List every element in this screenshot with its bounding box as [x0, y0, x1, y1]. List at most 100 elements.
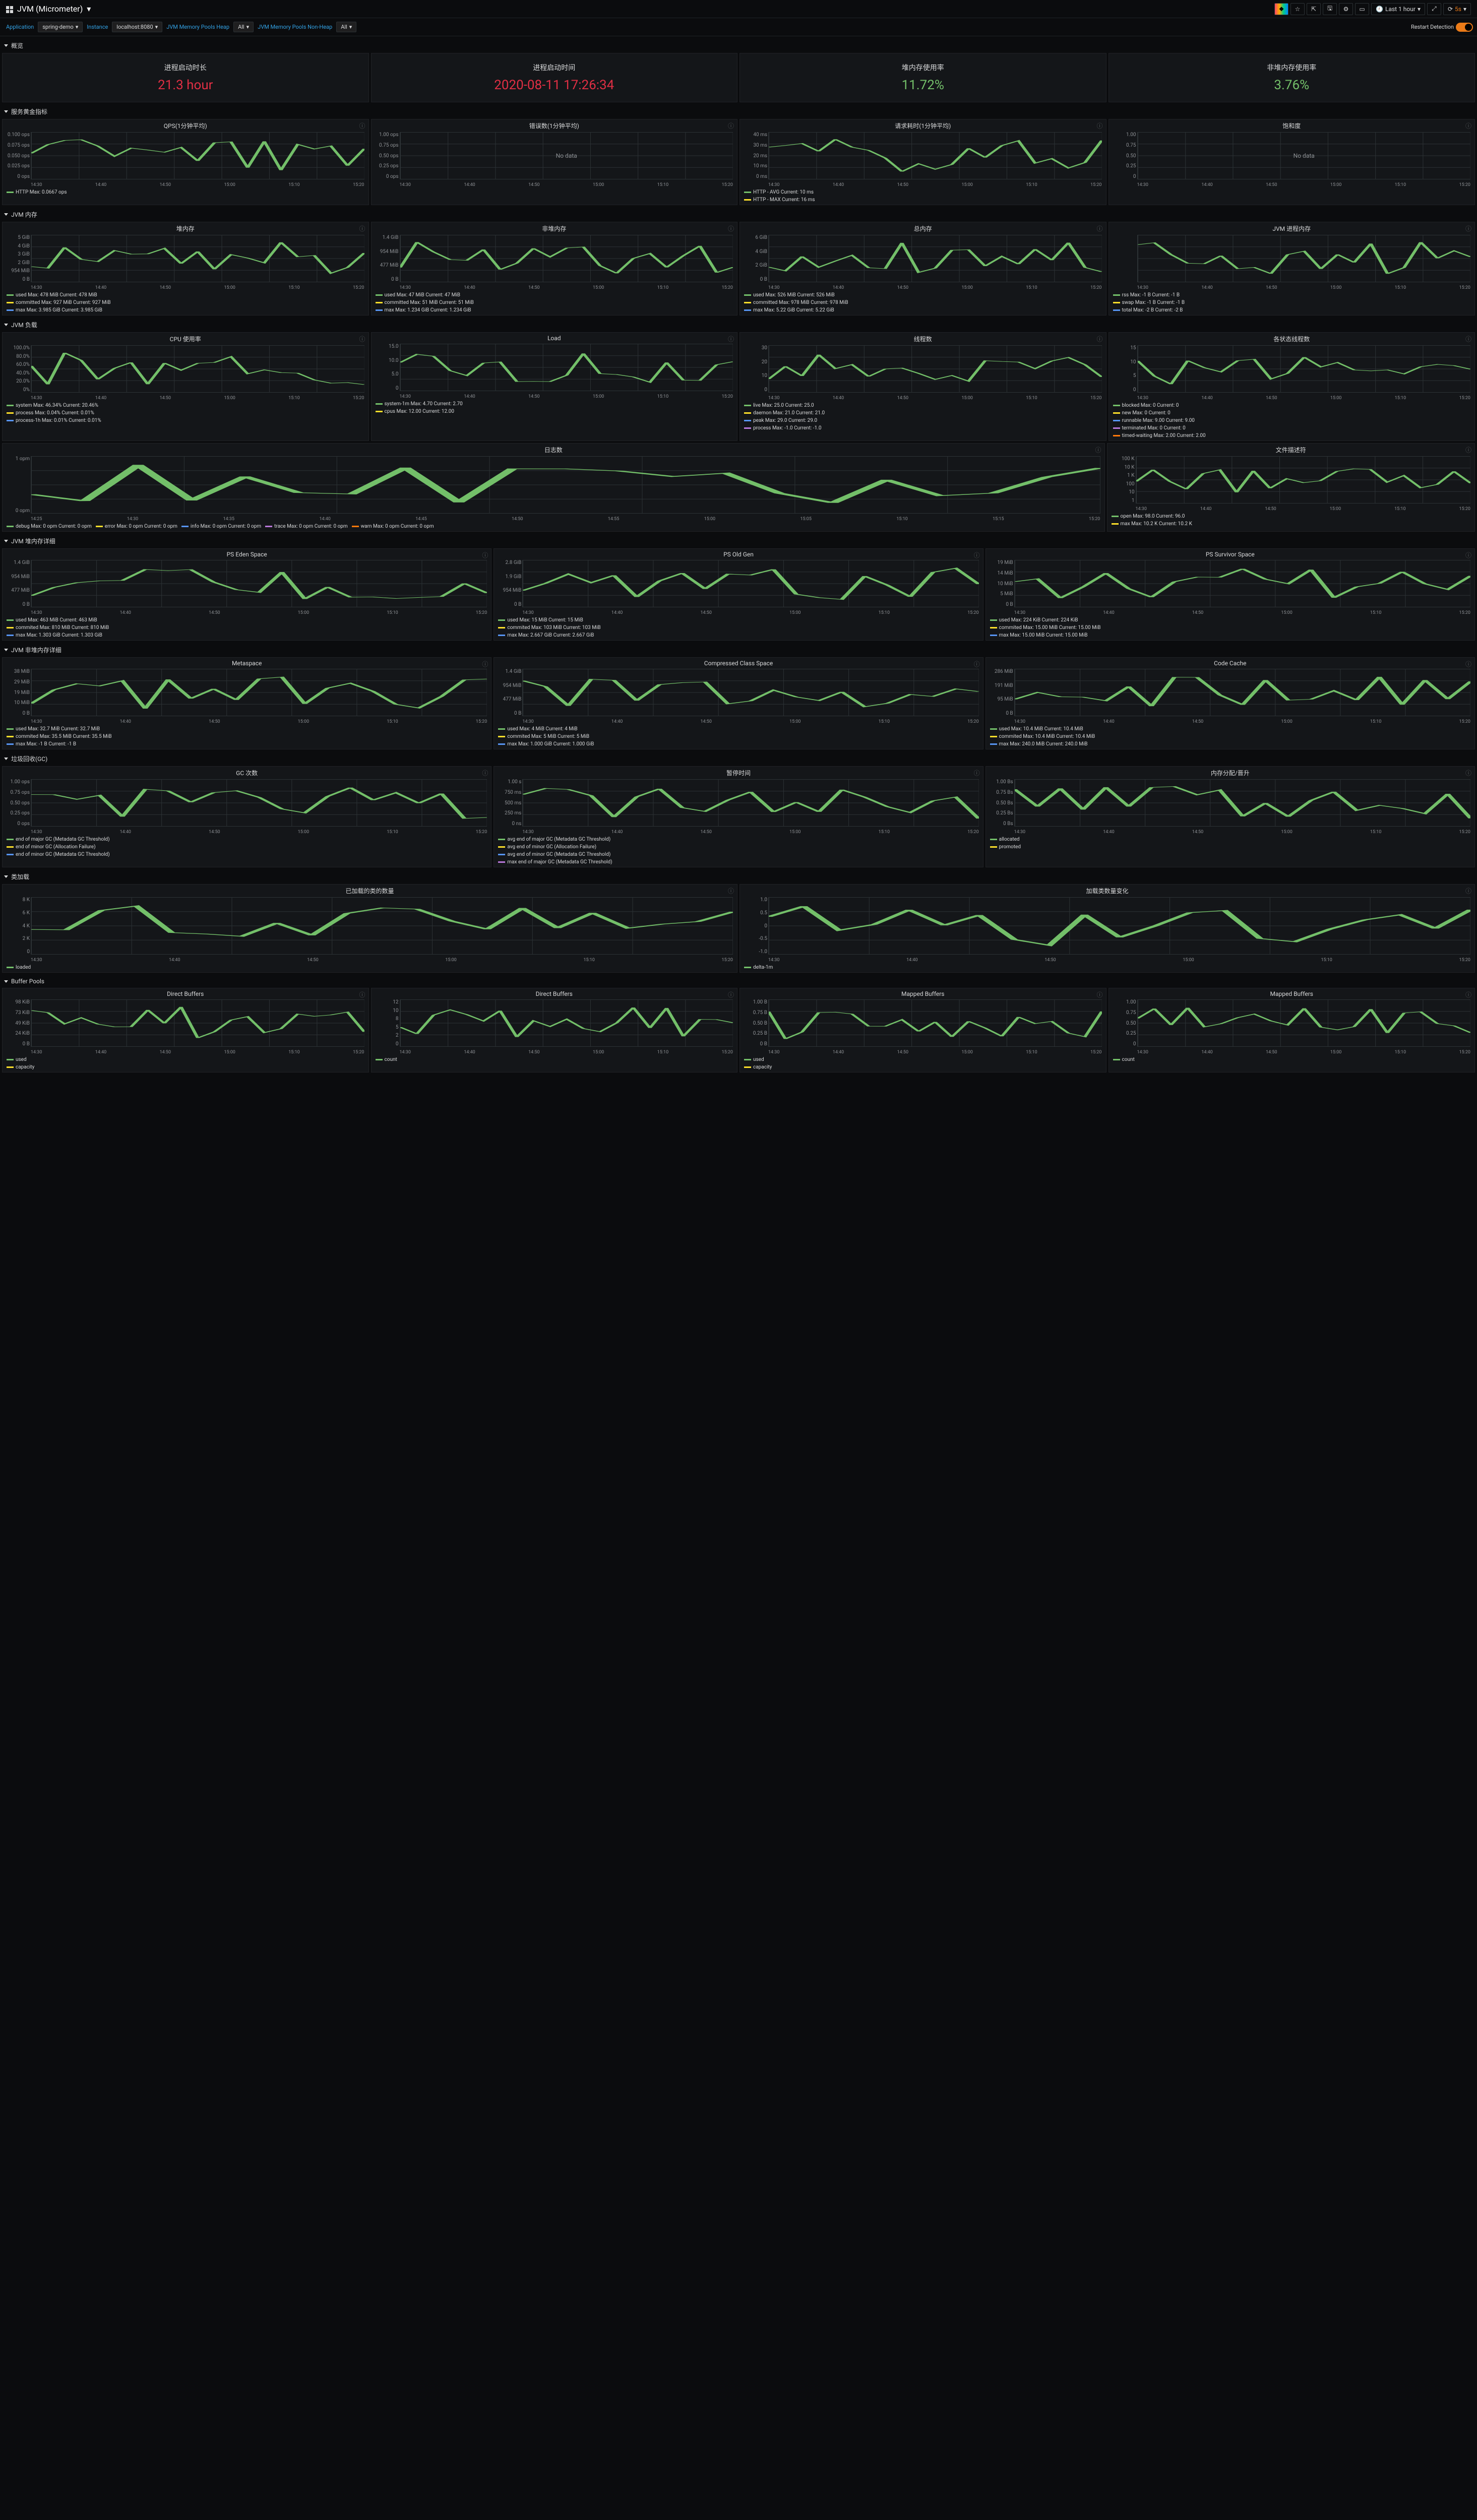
- chart-plot[interactable]: [1014, 779, 1470, 827]
- panel-title[interactable]: CPU 使用率ⓘ: [3, 333, 368, 345]
- legend-item[interactable]: end of minor GC (Metadata GC Threshold): [7, 851, 487, 858]
- chart-plot[interactable]: No data: [1137, 132, 1471, 179]
- panel-title[interactable]: Direct Buffersⓘ: [372, 988, 737, 999]
- legend-item[interactable]: live Max: 25.0 Current: 25.0: [744, 402, 1102, 409]
- panel-title[interactable]: 加载类数量变化ⓘ: [740, 885, 1474, 897]
- chart-plot[interactable]: [768, 132, 1102, 179]
- legend-item[interactable]: cpus Max: 12.00 Current: 12.00: [376, 408, 733, 415]
- panel-info-icon[interactable]: ⓘ: [1096, 335, 1102, 343]
- row-nonheapdetail[interactable]: JVM 非堆内存详细: [2, 643, 1475, 657]
- legend-item[interactable]: commited Max: 810 MiB Current: 810 MiB: [7, 624, 487, 632]
- zoom-out-button[interactable]: ⤢: [1427, 3, 1441, 15]
- legend-item[interactable]: warn Max: 0 opm Current: 0 opm: [352, 523, 434, 530]
- legend-item[interactable]: capacity: [7, 1063, 364, 1071]
- legend-item[interactable]: committed Max: 51 MiB Current: 51 MiB: [376, 299, 733, 306]
- panel-info-icon[interactable]: ⓘ: [1465, 335, 1471, 343]
- panel-title[interactable]: 请求耗时(1分钟平均)ⓘ: [740, 119, 1106, 132]
- panel-info-icon[interactable]: ⓘ: [1465, 660, 1471, 668]
- panel-info-icon[interactable]: ⓘ: [1465, 551, 1471, 559]
- legend-item[interactable]: max Max: 1.303 GiB Current: 1.303 GiB: [7, 632, 487, 639]
- legend-item[interactable]: count: [376, 1056, 733, 1063]
- panel-info-icon[interactable]: ⓘ: [359, 121, 365, 130]
- legend-item[interactable]: commited Max: 103 MiB Current: 103 MiB: [498, 624, 978, 632]
- panel-title[interactable]: 日志数ⓘ: [3, 444, 1104, 456]
- panel-title[interactable]: Direct Buffersⓘ: [3, 988, 368, 999]
- legend-item[interactable]: used Max: 463 MiB Current: 463 MiB: [7, 616, 487, 624]
- view-mode-button[interactable]: ▭: [1355, 3, 1369, 15]
- panel-info-icon[interactable]: ⓘ: [728, 335, 734, 343]
- panel-title[interactable]: Code Cacheⓘ: [986, 658, 1474, 669]
- panel-info-icon[interactable]: ⓘ: [1465, 769, 1471, 777]
- legend-item[interactable]: avg end of minor GC (Allocation Failure): [498, 843, 978, 851]
- panel-info-icon[interactable]: ⓘ: [1465, 990, 1471, 999]
- panel-info-icon[interactable]: ⓘ: [974, 660, 980, 668]
- time-range-picker[interactable]: 🕘Last 1 hour▾: [1371, 3, 1425, 15]
- star-button[interactable]: ☆: [1290, 3, 1305, 15]
- settings-button[interactable]: ⚙: [1339, 3, 1353, 15]
- panel-title[interactable]: Loadⓘ: [372, 333, 737, 344]
- chart-plot[interactable]: [31, 456, 1100, 514]
- panel-info-icon[interactable]: ⓘ: [974, 551, 980, 559]
- panel-info-icon[interactable]: ⓘ: [1465, 887, 1471, 895]
- legend-item[interactable]: max Max: -1 B Current: -1 B: [7, 740, 487, 748]
- legend-item[interactable]: process-1h Max: 0.01% Current: 0.01%: [7, 417, 364, 424]
- legend-item[interactable]: trace Max: 0 opm Current: 0 opm: [265, 523, 348, 530]
- var-nonheap-select[interactable]: All▾: [336, 22, 356, 32]
- legend-item[interactable]: avg end of minor GC (Metadata GC Thresho…: [498, 851, 978, 858]
- chart-plot[interactable]: [400, 235, 733, 282]
- panel-info-icon[interactable]: ⓘ: [1095, 446, 1101, 454]
- legend-item[interactable]: used: [7, 1056, 364, 1063]
- legend-item[interactable]: end of major GC (Metadata GC Threshold): [7, 836, 487, 843]
- legend-item[interactable]: used Max: 47 MiB Current: 47 MiB: [376, 291, 733, 299]
- var-heap-select[interactable]: All▾: [233, 22, 254, 32]
- legend-item[interactable]: blocked Max: 0 Current: 0: [1113, 402, 1471, 409]
- chart-plot[interactable]: [1014, 560, 1470, 607]
- chart-plot[interactable]: [768, 999, 1102, 1047]
- chart-plot[interactable]: [31, 560, 487, 607]
- legend-item[interactable]: open Max: 98.0 Current: 96.0: [1112, 513, 1471, 520]
- panel-info-icon[interactable]: ⓘ: [359, 335, 365, 343]
- legend-item[interactable]: max Max: 1.000 GiB Current: 1.000 GiB: [498, 740, 978, 748]
- panel-title[interactable]: Mapped Buffersⓘ: [740, 988, 1106, 999]
- row-load[interactable]: JVM 负载: [2, 318, 1475, 332]
- legend-item[interactable]: new Max: 0 Current: 0: [1113, 409, 1471, 417]
- chart-plot[interactable]: [522, 560, 978, 607]
- chart-plot[interactable]: [31, 897, 733, 955]
- panel-title[interactable]: 暂停时间ⓘ: [494, 767, 982, 779]
- legend-item[interactable]: avg end of major GC (Metadata GC Thresho…: [498, 836, 978, 843]
- panel-title[interactable]: GC 次数ⓘ: [3, 767, 491, 779]
- chart-plot[interactable]: [522, 669, 978, 716]
- panel-info-icon[interactable]: ⓘ: [1096, 990, 1102, 999]
- legend-item[interactable]: max Max: 240.0 MiB Current: 240.0 MiB: [990, 740, 1470, 748]
- panel-title[interactable]: PS Old Genⓘ: [494, 549, 982, 560]
- panel-title[interactable]: Metaspaceⓘ: [3, 658, 491, 669]
- legend-item[interactable]: max Max: 1.234 GiB Current: 1.234 GiB: [376, 306, 733, 314]
- panel-info-icon[interactable]: ⓘ: [728, 990, 734, 999]
- chart-plot[interactable]: [31, 779, 487, 827]
- legend-item[interactable]: process Max: 0.04% Current: 0.01%: [7, 409, 364, 417]
- legend-item[interactable]: used Max: 526 MiB Current: 526 MiB: [744, 291, 1102, 299]
- legend-item[interactable]: end of minor GC (Allocation Failure): [7, 843, 487, 851]
- panel-info-icon[interactable]: ⓘ: [1096, 121, 1102, 130]
- legend-item[interactable]: commited Max: 35.5 MiB Current: 35.5 MiB: [7, 733, 487, 740]
- legend-item[interactable]: max Max: 10.2 K Current: 10.2 K: [1112, 520, 1471, 528]
- row-overview[interactable]: 概览: [2, 38, 1475, 53]
- panel-info-icon[interactable]: ⓘ: [1465, 446, 1471, 454]
- save-button[interactable]: 🖫: [1323, 3, 1337, 15]
- chart-plot[interactable]: [522, 779, 978, 827]
- panel-title[interactable]: Compressed Class Spaceⓘ: [494, 658, 982, 669]
- chart-plot[interactable]: [768, 235, 1102, 282]
- legend-item[interactable]: max end of major GC (Metadata GC Thresho…: [498, 858, 978, 866]
- panel-title[interactable]: 堆内存ⓘ: [3, 222, 368, 235]
- chart-plot[interactable]: [31, 669, 487, 716]
- legend-item[interactable]: max Max: 3.985 GiB Current: 3.985 GiB: [7, 306, 364, 314]
- panel-info-icon[interactable]: ⓘ: [1096, 224, 1102, 233]
- legend-item[interactable]: process Max: -1.0 Current: -1.0: [744, 424, 1102, 432]
- legend-item[interactable]: used Max: 15 MiB Current: 15 MiB: [498, 616, 978, 624]
- legend-item[interactable]: total Max: -2 B Current: -2 B: [1113, 306, 1471, 314]
- panel-info-icon[interactable]: ⓘ: [482, 551, 488, 559]
- panel-title[interactable]: 文件描述符ⓘ: [1107, 444, 1475, 456]
- row-heapdetail[interactable]: JVM 堆内存详细: [2, 534, 1475, 548]
- chart-plot[interactable]: [768, 897, 1470, 955]
- legend-item[interactable]: count: [1113, 1056, 1471, 1063]
